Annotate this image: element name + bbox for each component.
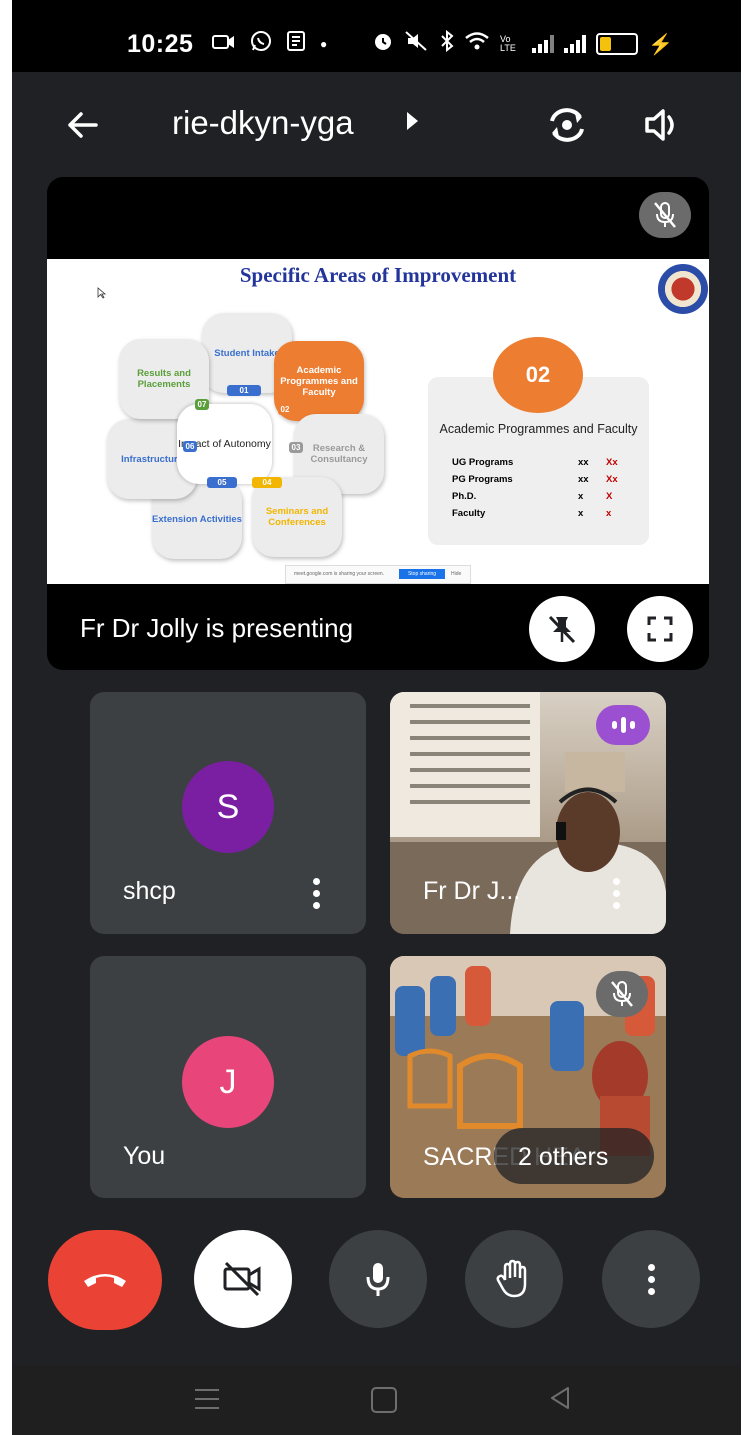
- switch-camera-button[interactable]: [542, 100, 592, 150]
- mute-icon: [404, 30, 430, 58]
- chip-03: 03: [289, 442, 303, 453]
- chip-04: 04: [252, 477, 282, 488]
- petal-seminars: Seminars and Conferences: [252, 477, 342, 557]
- phone-screen: 10:25 ● Vo LTE ⚡ rie-dkyn-yga Specific A…: [12, 0, 741, 1435]
- more-vert-icon: [647, 1263, 655, 1295]
- back-button[interactable]: [60, 102, 106, 148]
- back-triangle-icon[interactable]: [548, 1385, 572, 1411]
- battery-icon: [596, 33, 638, 55]
- more-options-button[interactable]: [602, 1230, 700, 1328]
- speaker-icon: [645, 109, 674, 141]
- info-number-badge: 02: [493, 337, 583, 413]
- presentation-tile[interactable]: Specific Areas of Improvement Student In…: [47, 177, 709, 670]
- signal-icon: [532, 35, 554, 53]
- meeting-code[interactable]: rie-dkyn-yga: [172, 104, 354, 142]
- shared-slide: Specific Areas of Improvement Student In…: [47, 259, 709, 584]
- wifi-icon: [464, 31, 490, 57]
- call-controls: [12, 1230, 741, 1330]
- slide-title: Specific Areas of Improvement: [239, 263, 517, 287]
- info-row: PG Programs xx Xx: [452, 474, 618, 485]
- cursor-icon: [97, 287, 107, 299]
- unpin-icon: [548, 615, 576, 644]
- participant-name: Fr Dr J...: [423, 877, 521, 905]
- college-seal-icon: [658, 264, 708, 314]
- participant-name: You: [123, 1142, 166, 1170]
- home-button[interactable]: [371, 1387, 397, 1413]
- more-options-icon[interactable]: [312, 878, 320, 909]
- mic-icon: [366, 1263, 390, 1296]
- audio-output-button[interactable]: [640, 102, 686, 148]
- flip-camera-icon: [550, 108, 584, 142]
- participant-tile-shcp[interactable]: S shcp: [90, 692, 366, 934]
- others-pill[interactable]: 2 others: [494, 1128, 654, 1184]
- recents-button[interactable]: [195, 1389, 219, 1416]
- participant-name: shcp: [123, 877, 176, 905]
- presenter-muted-badge: [639, 192, 691, 238]
- speaking-indicator: [596, 705, 650, 745]
- mic-off-icon: [611, 981, 633, 1007]
- status-time: 10:25: [127, 30, 194, 58]
- dot-icon: ●: [320, 37, 328, 51]
- mic-off-icon: [654, 202, 676, 228]
- bluetooth-icon: [440, 29, 454, 58]
- hand-icon: [496, 1259, 527, 1298]
- more-options-icon[interactable]: [612, 878, 620, 909]
- notification-icons: ●: [212, 30, 327, 58]
- alarm-icon: [372, 30, 394, 58]
- presenter-label: Fr Dr Jolly is presenting: [80, 613, 354, 643]
- system-nav-bar: [12, 1365, 741, 1435]
- lte-label: Vo LTE: [500, 34, 516, 53]
- phone-hangup-icon: [84, 1274, 126, 1287]
- end-call-button[interactable]: [48, 1230, 162, 1330]
- avatar: J: [182, 1036, 274, 1128]
- video-call-icon: [212, 31, 236, 57]
- info-title: Academic Programmes and Faculty: [439, 422, 638, 436]
- camera-off-icon: [223, 1261, 261, 1297]
- chip-01: 01: [227, 385, 261, 396]
- screen-share-notice: meet.google.com is sharing your screen. …: [285, 565, 471, 584]
- camera-toggle-button[interactable]: [194, 1230, 292, 1328]
- chip-02: 02: [278, 404, 292, 415]
- participant-tile-presenter[interactable]: Fr Dr J...: [390, 692, 666, 934]
- chip-06: 06: [183, 441, 197, 452]
- info-row: Ph.D. x X: [452, 491, 613, 502]
- raise-hand-button[interactable]: [465, 1230, 563, 1328]
- hide-link: Hide: [451, 571, 462, 577]
- mic-off-badge: [596, 971, 648, 1017]
- news-icon: [286, 30, 306, 58]
- stop-sharing-button: Stop sharing: [399, 569, 445, 579]
- system-icons: Vo LTE ⚡: [372, 29, 673, 58]
- arrow-left-icon: [68, 112, 98, 138]
- whatsapp-icon: [250, 30, 272, 58]
- meeting-header: rie-dkyn-yga: [12, 82, 741, 172]
- info-row: UG Programs xx Xx: [452, 457, 618, 468]
- charging-icon: ⚡: [648, 33, 673, 56]
- info-row: Faculty x x: [452, 508, 612, 519]
- avatar: S: [182, 761, 274, 853]
- others-label: 2 others: [518, 1143, 609, 1171]
- signal-icon-2: [564, 35, 586, 53]
- unpin-button[interactable]: [529, 596, 595, 662]
- fullscreen-button[interactable]: [627, 596, 693, 662]
- fullscreen-icon: [647, 616, 673, 642]
- mic-toggle-button[interactable]: [329, 1230, 427, 1328]
- chip-05: 05: [207, 477, 237, 488]
- status-bar: 10:25 ● Vo LTE ⚡: [12, 0, 741, 72]
- participant-tile-sacred-heart[interactable]: SACRED HEA 2 others: [390, 956, 666, 1198]
- caret-right-icon[interactable]: [407, 112, 418, 130]
- chip-07: 07: [195, 399, 209, 410]
- participant-tile-you[interactable]: J You: [90, 956, 366, 1198]
